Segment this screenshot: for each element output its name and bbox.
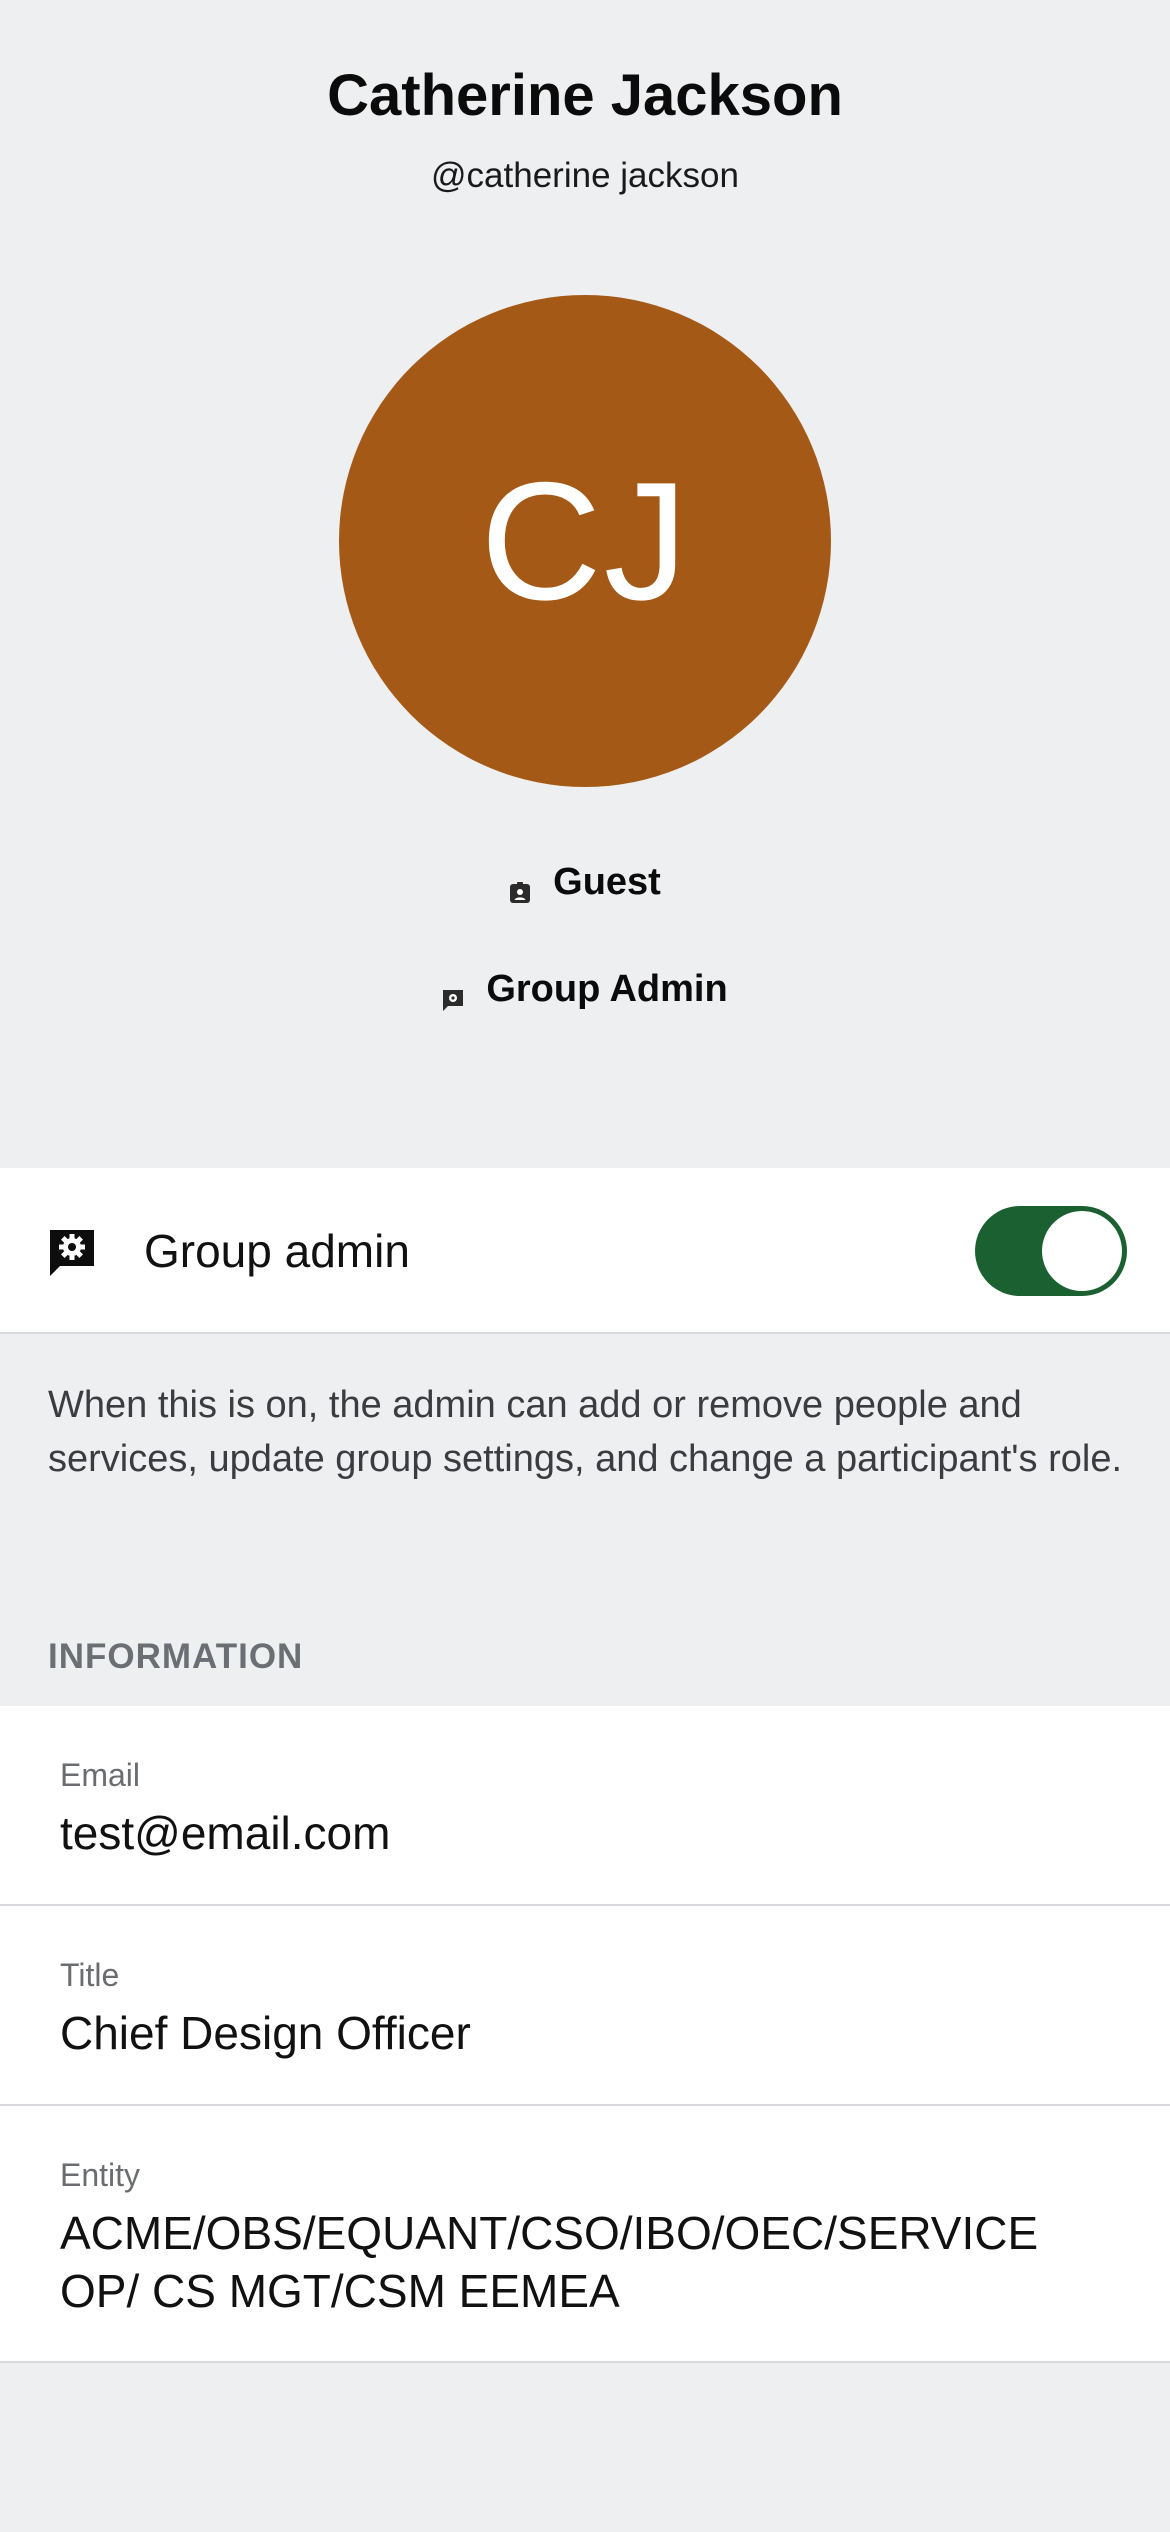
info-title: Title Chief Design Officer bbox=[0, 1906, 1170, 2106]
group-admin-row[interactable]: Group admin bbox=[0, 1168, 1170, 1334]
role-guest: Guest bbox=[0, 857, 1170, 907]
information-list: Email test@email.com Title Chief Design … bbox=[0, 1706, 1170, 2363]
group-admin-label: Group admin bbox=[144, 1225, 410, 1277]
information-section-header: INFORMATION bbox=[48, 1637, 304, 1676]
info-title-value: Chief Design Officer bbox=[60, 2007, 471, 2059]
info-entity: Entity ACME/OBS/EQUANT/CSO/IBO/OEC/SERVI… bbox=[0, 2106, 1170, 2363]
profile-name: Catherine Jackson bbox=[327, 63, 843, 128]
role-group-admin: Group Admin bbox=[0, 964, 1170, 1014]
avatar-initials: CJ bbox=[480, 446, 690, 635]
avatar: CJ bbox=[339, 295, 831, 787]
role-guest-label: Guest bbox=[553, 860, 661, 903]
info-title-label: Title bbox=[60, 1957, 120, 1993]
role-group-admin-label: Group Admin bbox=[486, 967, 728, 1010]
profile-header: Catherine Jackson @catherine jackson CJ … bbox=[0, 0, 1170, 1168]
info-email-value[interactable]: test@email.com bbox=[60, 1804, 1120, 1862]
info-entity-label: Entity bbox=[60, 2157, 141, 2193]
info-email-label: Email bbox=[60, 1757, 141, 1793]
group-admin-help-text: When this is on, the admin can add or re… bbox=[48, 1384, 1123, 1480]
admin-badge-icon bbox=[442, 978, 464, 1011]
group-admin-toggle[interactable] bbox=[975, 1206, 1127, 1296]
profile-handle: @catherine jackson bbox=[431, 156, 739, 195]
admin-settings-icon bbox=[48, 1228, 96, 1276]
info-entity-value: ACME/OBS/EQUANT/CSO/IBO/OEC/SERVICE OP/ … bbox=[60, 2207, 1039, 2317]
badge-icon bbox=[509, 871, 531, 903]
info-email: Email test@email.com bbox=[0, 1706, 1170, 1906]
toggle-knob bbox=[1042, 1211, 1122, 1291]
